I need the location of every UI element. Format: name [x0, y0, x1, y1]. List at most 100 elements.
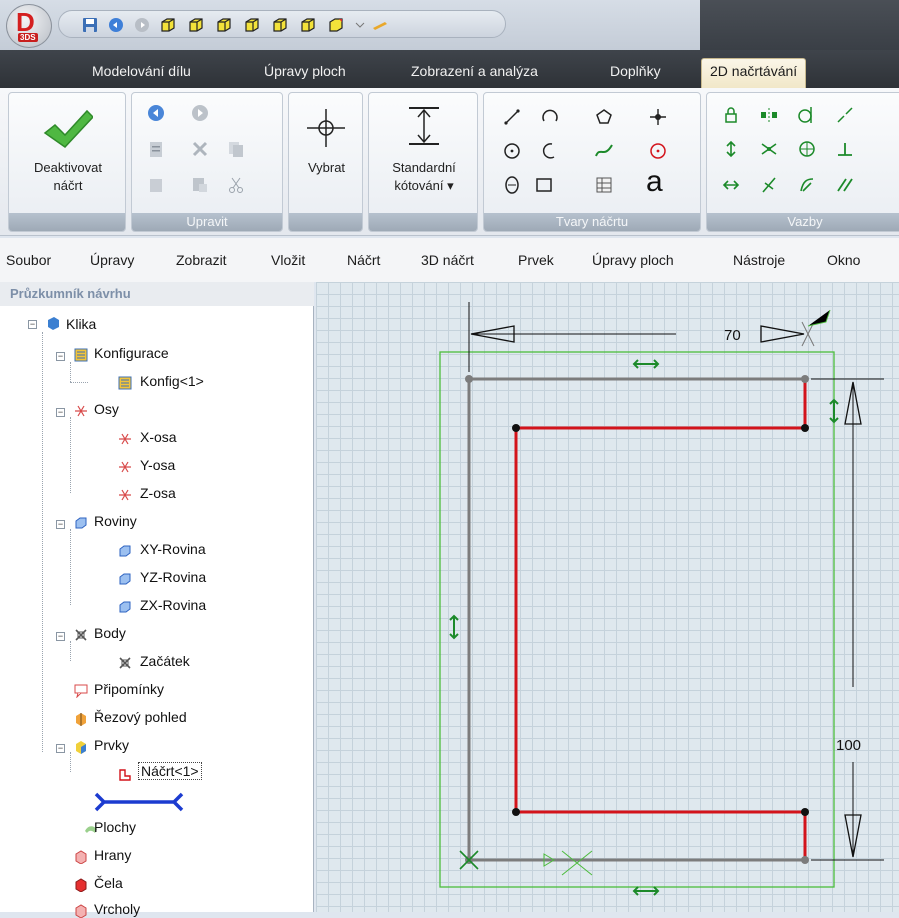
- menu-insert[interactable]: Vložit: [271, 252, 305, 268]
- expander-axes[interactable]: −: [56, 408, 65, 417]
- tree-node-xy-plane[interactable]: XY-Rovina: [140, 541, 206, 557]
- menu-sketch[interactable]: Náčrt: [347, 252, 380, 268]
- dimension-70[interactable]: [468, 302, 831, 372]
- text-tool-button[interactable]: a: [646, 167, 663, 197]
- sketch-drawing[interactable]: 70 100: [316, 282, 899, 912]
- parallel-constraint-icon[interactable]: [835, 175, 855, 195]
- perpendicular-constraint-icon[interactable]: [835, 139, 855, 159]
- dimension-100-text[interactable]: 100: [836, 737, 861, 754]
- tab-addins[interactable]: Doplňky: [602, 59, 669, 85]
- redo-icon[interactable]: [190, 103, 210, 123]
- tangent-constraint-icon[interactable]: [797, 105, 817, 125]
- outer-profile-lines[interactable]: [467, 377, 805, 862]
- dimension-100[interactable]: [811, 378, 884, 861]
- copy-sheet-icon[interactable]: [146, 175, 166, 195]
- symmetric-constraint-icon[interactable]: [759, 105, 779, 125]
- tree-node-edges[interactable]: Hrany: [94, 847, 131, 863]
- checkmark-icon[interactable]: [41, 109, 93, 153]
- tree-node-features[interactable]: Prvky: [94, 737, 129, 753]
- expander-klika[interactable]: −: [28, 320, 37, 329]
- vertical-constraint-glyph[interactable]: [829, 398, 839, 424]
- sketch-point[interactable]: [512, 808, 520, 816]
- tree-node-yz-plane[interactable]: YZ-Rovina: [140, 569, 206, 585]
- menu-edit[interactable]: Úpravy: [90, 252, 134, 268]
- tab-surface-editing[interactable]: Úpravy ploch: [256, 59, 354, 85]
- sketch-point[interactable]: [801, 856, 809, 864]
- cube-view-icon-2[interactable]: [187, 16, 205, 34]
- tree-node-origin[interactable]: Začátek: [140, 653, 190, 669]
- equal-constraint-icon[interactable]: [797, 175, 817, 195]
- tree-node-sketch[interactable]: Náčrt<1>: [138, 762, 202, 780]
- fix-constraint-icon[interactable]: [721, 105, 741, 125]
- app-menu-button[interactable]: D 3DS: [6, 4, 52, 48]
- tree-node-faces[interactable]: Čela: [94, 875, 123, 891]
- circle-tool-icon[interactable]: [502, 141, 522, 161]
- delete-icon[interactable]: [190, 139, 210, 159]
- menu-window[interactable]: Okno: [827, 252, 860, 268]
- tree-node-notes[interactable]: Připomínky: [94, 681, 164, 697]
- sketch-point[interactable]: [465, 375, 473, 383]
- spline-tool-icon[interactable]: [594, 141, 614, 161]
- line-tool-icon[interactable]: [502, 107, 522, 127]
- sketch-point[interactable]: [512, 424, 520, 432]
- cube-view-icon-1[interactable]: [159, 16, 177, 34]
- sketch-point[interactable]: [801, 375, 809, 383]
- vertical-constraint-icon[interactable]: [721, 139, 741, 159]
- menu-feature[interactable]: Prvek: [518, 252, 554, 268]
- sketch-point[interactable]: [801, 424, 809, 432]
- standard-dimension-button-line1[interactable]: Standardní: [369, 159, 479, 177]
- menu-view[interactable]: Zobrazit: [176, 252, 227, 268]
- menu-tools[interactable]: Nástroje: [733, 252, 785, 268]
- expander-features[interactable]: −: [56, 744, 65, 753]
- expander-points[interactable]: −: [56, 632, 65, 641]
- horizontal-constraint-glyph[interactable]: [632, 886, 660, 896]
- format-icon[interactable]: [190, 175, 210, 195]
- dimension-70-text[interactable]: 70: [724, 327, 741, 344]
- cube-view-icon-3[interactable]: [215, 16, 233, 34]
- tree-node-section-view[interactable]: Řezový pohled: [94, 709, 187, 725]
- arc-tool-icon[interactable]: [540, 107, 560, 127]
- deactivate-sketch-button-line2[interactable]: náčrt: [9, 177, 127, 195]
- point-tool-icon[interactable]: [648, 107, 668, 127]
- copy-icon[interactable]: [226, 139, 246, 159]
- tree-node-y-axis[interactable]: Y-osa: [140, 457, 175, 473]
- tree-node-axes[interactable]: Osy: [94, 401, 119, 417]
- collinear-constraint-icon[interactable]: [835, 105, 855, 125]
- cube-view-icon-4[interactable]: [243, 16, 261, 34]
- tree-node-x-axis[interactable]: X-osa: [140, 429, 177, 445]
- tree-node-surfaces[interactable]: Plochy: [94, 819, 136, 835]
- cube-view-icon-6[interactable]: [299, 16, 317, 34]
- tree-node-configuration[interactable]: Konfigurace: [94, 345, 169, 361]
- cube-view-icon-5[interactable]: [271, 16, 289, 34]
- rectangle-tool-icon[interactable]: [534, 175, 554, 195]
- midpoint-constraint-icon[interactable]: [759, 139, 779, 159]
- tree-node-vertices[interactable]: Vrcholy: [94, 901, 140, 917]
- horizontal-constraint-icon[interactable]: [721, 175, 741, 195]
- deactivate-sketch-button-line1[interactable]: Deaktivovat: [9, 159, 127, 177]
- polygon-tool-icon[interactable]: [594, 107, 614, 127]
- expander-planes[interactable]: −: [56, 520, 65, 529]
- undo-icon[interactable]: [107, 16, 125, 34]
- vertical-constraint-glyph[interactable]: [449, 614, 459, 640]
- tab-2d-sketching[interactable]: 2D načrtávání: [701, 58, 807, 88]
- tree-node-points[interactable]: Body: [94, 625, 126, 641]
- horizontal-constraint-glyph[interactable]: [632, 359, 660, 369]
- redo-icon[interactable]: [133, 16, 151, 34]
- rollback-bar-icon[interactable]: [92, 790, 186, 814]
- ruler-icon[interactable]: [371, 16, 389, 34]
- paste-icon[interactable]: [146, 139, 166, 159]
- undo-icon[interactable]: [146, 103, 166, 123]
- select-button[interactable]: Vybrat: [289, 159, 364, 177]
- menu-3d-sketch[interactable]: 3D náčrt: [421, 252, 474, 268]
- standard-dimension-button-line2[interactable]: kótování ▾: [369, 177, 479, 195]
- cut-icon[interactable]: [226, 175, 246, 195]
- tab-part-modeling[interactable]: Modelování dílu: [84, 59, 199, 85]
- tree-node-config-1[interactable]: Konfig<1>: [140, 373, 204, 389]
- tree-node-planes[interactable]: Roviny: [94, 513, 137, 529]
- select-crosshair-icon[interactable]: [305, 107, 347, 149]
- dimension-icon[interactable]: [403, 105, 445, 147]
- concentric-constraint-icon[interactable]: [797, 139, 817, 159]
- coincident-constraint-icon[interactable]: [759, 175, 779, 195]
- dropdown-arrow-icon[interactable]: [351, 16, 369, 34]
- sketch-canvas[interactable]: 70 100: [316, 282, 899, 912]
